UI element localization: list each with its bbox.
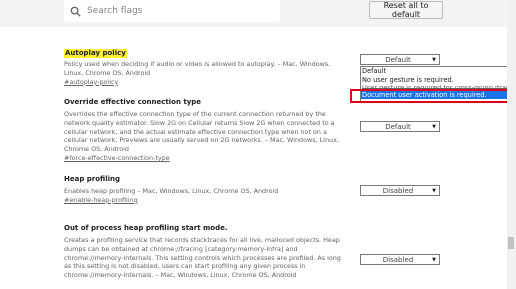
- flag-heap-profiling-start-mode: Out of process heap profiling start mode…: [64, 224, 349, 280]
- flag-description: Enables heap profiling – Mac, Windows, L…: [64, 187, 279, 195]
- highlight-annotation-box: [350, 89, 512, 103]
- scrollbar-thumb[interactable]: [508, 237, 514, 249]
- flag-link[interactable]: #autoplay-policy: [64, 78, 349, 87]
- select-value: Default: [385, 122, 411, 131]
- dropdown-arrow-icon: ▼: [432, 187, 436, 194]
- flag-select-connection-type[interactable]: Default ▼: [360, 121, 440, 132]
- flag-heap-profiling: Heap profiling Enables heap profiling – …: [64, 175, 349, 205]
- reset-all-button[interactable]: Reset all to default: [369, 1, 443, 19]
- flag-description: Policy used when deciding if audio or vi…: [64, 60, 331, 77]
- flag-title: Override effective connection type: [64, 98, 202, 106]
- flag-title: Autoplay policy: [64, 49, 127, 58]
- search-icon: [70, 6, 81, 17]
- select-value: Default: [385, 55, 411, 64]
- flag-select-heap-profiling[interactable]: Disabled ▼: [360, 185, 440, 196]
- flag-override-effective-connection-type: Override effective connection type Overr…: [64, 98, 349, 163]
- dropdown-option-no-user-gesture[interactable]: No user gesture is required.: [361, 76, 512, 85]
- dropdown-arrow-icon: ▼: [432, 123, 436, 130]
- flag-link[interactable]: #force-effective-connection-type: [64, 154, 349, 163]
- dropdown-arrow-icon: ▼: [432, 256, 436, 263]
- flag-title: Out of process heap profiling start mode…: [64, 224, 228, 232]
- flag-link[interactable]: #enable-heap-profiling: [64, 196, 349, 205]
- flag-select-heap-start-mode[interactable]: Disabled ▼: [360, 254, 440, 265]
- select-value: Disabled: [382, 255, 414, 264]
- search-input[interactable]: [87, 6, 267, 16]
- dropdown-arrow-icon: ▼: [432, 56, 436, 63]
- select-value: Disabled: [382, 186, 414, 195]
- flag-autoplay-policy: Autoplay policy Policy used when decidin…: [64, 40, 349, 87]
- flag-description: Creates a profiling service that records…: [64, 236, 341, 280]
- search-box[interactable]: [64, 0, 280, 22]
- flag-select-autoplay-policy[interactable]: Default ▼: [360, 54, 440, 65]
- flag-title: Heap profiling: [64, 175, 121, 183]
- dropdown-option-default[interactable]: Default: [361, 67, 512, 76]
- flag-description: Overrides the effective connection type …: [64, 110, 339, 154]
